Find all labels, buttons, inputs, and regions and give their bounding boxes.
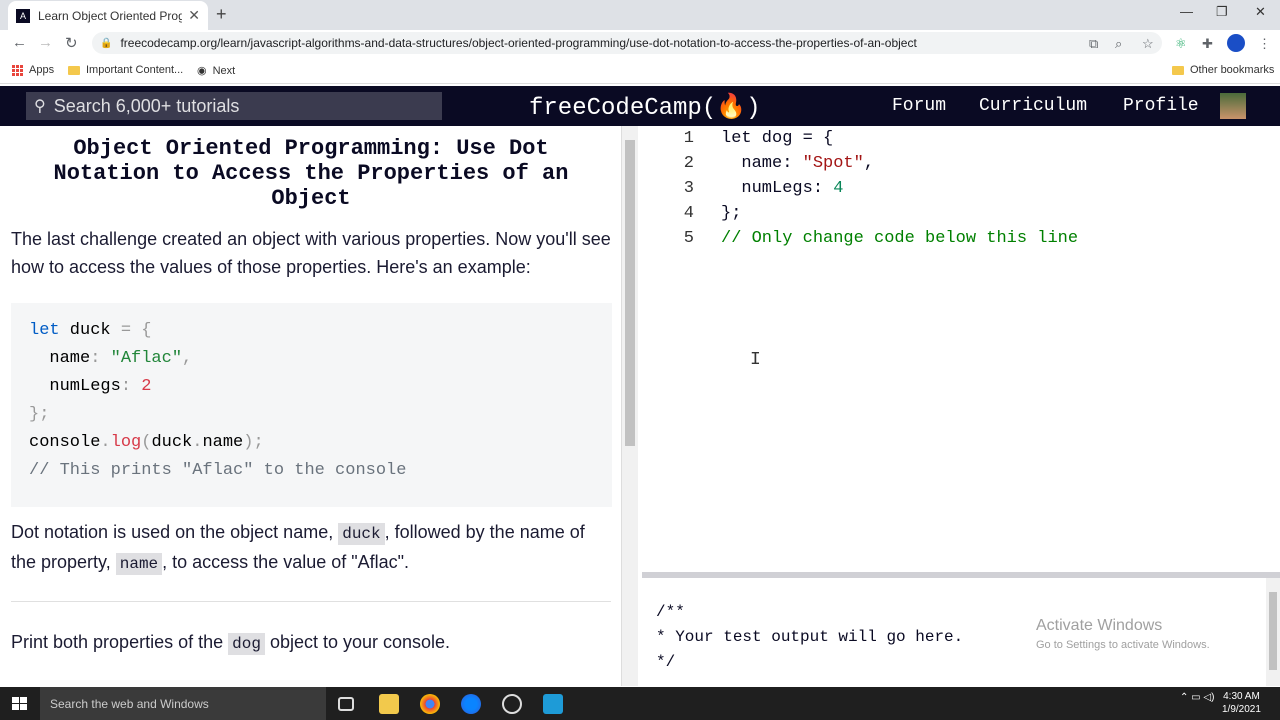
text-span: Dot notation is used on the object name, — [11, 522, 339, 542]
code-line: let duck = { — [29, 321, 152, 340]
taskbar-search-input[interactable]: Search the web and Windows — [40, 687, 326, 720]
line-number: 5 — [683, 229, 694, 248]
system-tray[interactable]: ⌃ ▭ ◁) — [1180, 692, 1214, 703]
browser-tab[interactable]: A Learn Object Oriented Programm ✕ — [8, 1, 208, 30]
code-line: // This prints "Aflac" to the console — [29, 461, 407, 480]
text-span: , to access the value of "Aflac". — [162, 552, 410, 572]
bookmark-apps[interactable]: Apps — [12, 64, 54, 76]
scrollbar-thumb[interactable] — [625, 140, 635, 446]
menu-icon[interactable]: ⋮ — [1258, 36, 1271, 52]
freecodecamp-favicon-icon: A — [16, 8, 30, 23]
bookmark-important-content[interactable]: Important Content... — [68, 64, 183, 76]
task-view-icon[interactable] — [338, 697, 354, 711]
new-tab-button[interactable]: + — [216, 4, 227, 25]
url-text: freecodecamp.org/learn/javascript-algori… — [120, 36, 917, 50]
console-line: */ — [656, 653, 676, 671]
nav-curriculum[interactable]: Curriculum — [979, 96, 1087, 116]
avatar[interactable] — [1220, 93, 1246, 119]
editor-line[interactable]: // Only change code below this line — [721, 229, 1078, 248]
search-placeholder: Search 6,000+ tutorials — [53, 95, 240, 116]
reload-icon[interactable]: ↻ — [65, 34, 78, 52]
scrollbar-thumb[interactable] — [1269, 592, 1277, 670]
code-line: console.log(duck.name); — [29, 433, 264, 452]
close-window-icon[interactable]: ✕ — [1255, 4, 1266, 20]
code-line: }; — [29, 405, 50, 424]
url-bar[interactable]: 🔒 freecodecamp.org/learn/javascript-algo… — [92, 32, 1162, 54]
profile-avatar-icon[interactable] — [1227, 34, 1245, 52]
editor-line[interactable]: numLegs: 4 — [721, 179, 843, 198]
nav-forum[interactable]: Forum — [892, 96, 946, 116]
search-icon: ⚲ — [34, 98, 46, 115]
line-number: 3 — [683, 179, 694, 198]
open-external-icon[interactable]: ⧉ — [1089, 36, 1098, 52]
clock-time: 4:30 AM — [1223, 691, 1260, 702]
back-icon[interactable]: ← — [12, 34, 27, 51]
code-line: name: "Aflac", — [29, 349, 193, 368]
maximize-icon[interactable]: ❐ — [1216, 4, 1228, 20]
watermark-line: Go to Settings to activate Windows. — [1036, 639, 1210, 651]
bookmark-other[interactable]: Other bookmarks — [1172, 64, 1274, 76]
firefox-icon[interactable] — [461, 694, 481, 714]
folder-icon — [1172, 65, 1184, 75]
code-editor-app-icon[interactable] — [543, 694, 563, 714]
editor-line[interactable]: let dog = { — [721, 129, 833, 148]
minimize-icon[interactable]: — — [1180, 4, 1193, 19]
obs-icon[interactable] — [502, 694, 522, 714]
nav-profile[interactable]: Profile — [1123, 96, 1199, 116]
forward-icon[interactable]: → — [38, 34, 53, 51]
bookmarks-bar: Apps Important Content... ◉ Next Other b… — [0, 58, 1280, 84]
chrome-icon[interactable] — [420, 694, 440, 714]
taskbar-clock[interactable]: 4:30 AM 1/9/2021 — [1222, 690, 1261, 716]
text-span: object to your console. — [264, 632, 451, 652]
inline-code: name — [115, 553, 163, 575]
watermark-line: Activate Windows — [1036, 617, 1163, 634]
bookmark-label: Other bookmarks — [1190, 64, 1275, 76]
close-tab-icon[interactable]: ✕ — [188, 7, 200, 24]
apps-icon — [12, 64, 23, 76]
tab-title: Learn Object Oriented Programm — [38, 8, 183, 23]
lesson-intro: The last challenge created an object wit… — [11, 229, 611, 277]
text-span: Print both properties of the — [11, 632, 229, 652]
lesson-title: Object Oriented Programming: Use Dot Not… — [53, 136, 569, 211]
bookmark-next[interactable]: ◉ Next — [197, 64, 236, 78]
bookmark-label: Important Content... — [86, 64, 184, 76]
extensions-icon[interactable]: ✚ — [1202, 36, 1213, 52]
inline-code: dog — [228, 633, 265, 655]
react-devtools-icon[interactable]: ⚛ — [1175, 36, 1187, 52]
line-number: 2 — [683, 154, 694, 173]
line-number: 4 — [683, 204, 694, 223]
task-paragraph: Print both properties of the dog object … — [11, 628, 611, 658]
search-input[interactable]: ⚲ Search 6,000+ tutorials — [26, 92, 442, 120]
editor-line[interactable]: }; — [721, 204, 741, 223]
clock-date: 1/9/2021 — [1222, 704, 1261, 715]
divider — [11, 601, 611, 602]
bookmark-label: Apps — [29, 64, 55, 76]
lesson-scrollbar[interactable] — [622, 126, 638, 686]
text-cursor-icon: I — [750, 350, 761, 370]
console-scrollbar[interactable] — [1266, 578, 1280, 686]
lock-icon: 🔒 — [100, 37, 113, 49]
globe-icon: ◉ — [197, 65, 207, 77]
editor-line[interactable]: name: "Spot", — [721, 154, 874, 173]
fcc-logo[interactable]: freeCodeCamp(🔥) — [529, 92, 761, 122]
line-number: 1 — [683, 129, 694, 148]
activate-windows-watermark: Activate Windows Go to Settings to activ… — [1036, 617, 1210, 651]
folder-icon — [68, 65, 80, 75]
star-icon[interactable]: ☆ — [1142, 36, 1154, 52]
windows-start-icon[interactable] — [12, 697, 28, 711]
code-editor[interactable]: 1 let dog = { 2 name: "Spot", 3 numLegs:… — [642, 126, 1280, 572]
inline-code: duck — [338, 523, 385, 545]
code-line: numLegs: 2 — [29, 377, 152, 396]
file-explorer-icon[interactable] — [379, 694, 399, 714]
example-code-block: let duck = { name: "Aflac", numLegs: 2 }… — [11, 303, 612, 507]
bookmark-label: Next — [212, 64, 236, 77]
dot-notation-paragraph: Dot notation is used on the object name,… — [11, 518, 611, 578]
zoom-icon[interactable]: ⌕ — [1115, 36, 1122, 52]
lesson-pane: Object Oriented Programming: Use Dot Not… — [0, 126, 622, 686]
